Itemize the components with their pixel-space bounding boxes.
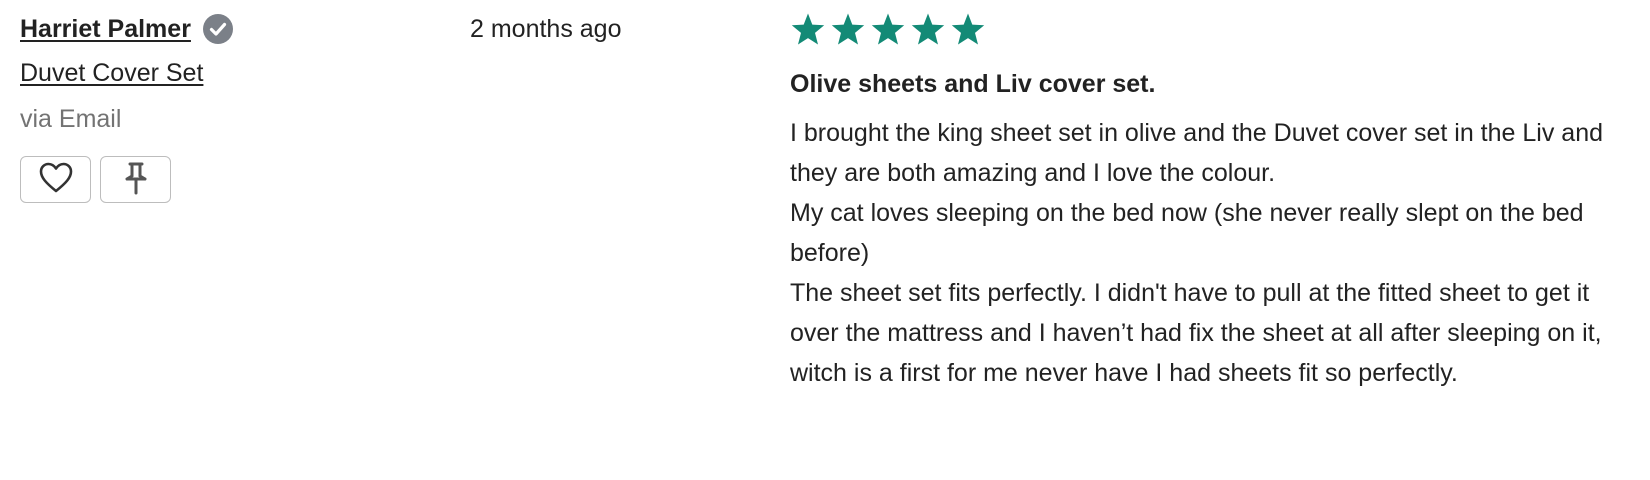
verified-check-icon xyxy=(202,13,234,45)
review-title: Olive sheets and Liv cover set. xyxy=(790,70,1156,98)
star-icon xyxy=(951,13,985,45)
reviewer-name-link[interactable]: Harriet Palmer xyxy=(20,15,191,44)
review-paragraph: I brought the king sheet set in olive an… xyxy=(790,119,1604,187)
reviewer-info: Harriet Palmer Duvet Cover Set via Email xyxy=(20,10,420,203)
star-icon xyxy=(871,13,905,45)
review-paragraph: The sheet set fits perfectly. I didn't h… xyxy=(790,279,1602,387)
star-icon xyxy=(831,13,865,45)
review-card: Harriet Palmer Duvet Cover Set via Email xyxy=(0,0,1650,480)
star-rating xyxy=(790,10,1640,50)
review-body: I brought the king sheet set in olive an… xyxy=(790,113,1640,393)
pin-button[interactable] xyxy=(100,156,171,203)
heart-icon xyxy=(38,161,74,198)
star-icon xyxy=(791,13,825,45)
review-content: Olive sheets and Liv cover set. I brough… xyxy=(790,10,1640,393)
star-icon xyxy=(911,13,945,45)
reviewer-header: Harriet Palmer xyxy=(20,10,420,48)
review-paragraph: My cat loves sleeping on the bed now (sh… xyxy=(790,199,1584,267)
pin-icon xyxy=(122,161,150,198)
product-link[interactable]: Duvet Cover Set xyxy=(20,56,420,90)
like-button[interactable] xyxy=(20,156,91,203)
review-actions xyxy=(20,156,420,203)
review-date: 2 months ago xyxy=(470,15,622,43)
review-source: via Email xyxy=(20,105,122,133)
